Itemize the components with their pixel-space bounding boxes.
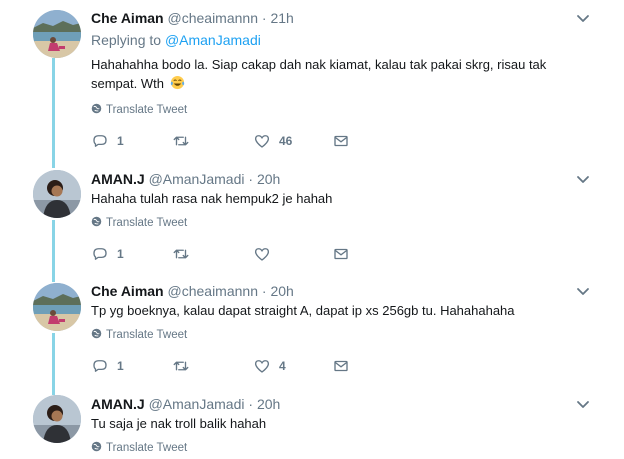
username[interactable]: @AmanJamadi [149,396,245,412]
translate-tweet-link[interactable]: Translate Tweet [91,328,187,341]
replying-to: Replying to @AmanJamadi [91,32,261,48]
reply-count: 1 [117,359,124,373]
avatar[interactable] [33,395,81,443]
translate-label: Translate Tweet [106,442,188,454]
display-name[interactable]: AMAN.J [91,396,145,412]
globe-icon [91,441,102,452]
reply-button[interactable]: 1 [91,357,124,375]
chevron-down-icon[interactable] [576,400,590,410]
translate-label: Translate Tweet [106,329,188,341]
reply-count: 1 [117,134,124,148]
like-button[interactable] [253,245,279,263]
reply-icon [93,248,107,260]
display-name[interactable]: Che Aiman [91,10,164,26]
heart-icon [254,135,270,148]
timestamp[interactable]: 21h [270,10,293,26]
like-count: 4 [279,359,286,373]
like-count: 46 [279,134,293,148]
translate-tweet-link[interactable]: Translate Tweet [91,441,187,454]
reply-count: 1 [117,247,124,261]
direct-message-button[interactable] [332,245,350,263]
tweet-text: Hahahahha bodo la. Siap cakap dah nak ki… [91,55,581,93]
reply-icon [93,360,107,372]
avatar-photo-beach [33,10,81,58]
tweet-header: AMAN.J @AmanJamadi · 20h [91,395,280,413]
tweet-actions: 1 4 [91,357,391,375]
replying-to-label: Replying to [91,32,162,48]
envelope-icon [334,135,348,147]
username[interactable]: @AmanJamadi [149,171,245,187]
tweet[interactable]: Che Aiman @cheaimannn · 20h Tp yg boekny… [0,273,624,386]
envelope-icon [334,360,348,372]
reply-button[interactable]: 1 [91,245,124,263]
separator: · [261,283,267,299]
globe-icon [91,328,102,339]
avatar[interactable] [33,170,81,218]
avatar-photo-beach [33,283,81,331]
avatar-photo-portrait [33,395,81,443]
heart-icon [254,360,270,373]
username[interactable]: @cheaimannn [168,10,259,26]
avatar[interactable] [33,10,81,58]
avatar[interactable] [33,283,81,331]
like-button[interactable]: 46 [253,132,292,150]
display-name[interactable]: AMAN.J [91,171,145,187]
tweet-header: Che Aiman @cheaimannn · 20h [91,282,294,300]
tweet[interactable]: AMAN.J @AmanJamadi · 20h Tu saja je nak … [0,386,624,459]
tweet[interactable]: Che Aiman @cheaimannn · 21h Replying to … [0,0,624,160]
tweet-actions: 1 [91,245,391,263]
chevron-down-icon[interactable] [576,287,590,297]
like-button[interactable]: 4 [253,357,286,375]
translate-label: Translate Tweet [106,104,188,116]
tweet-text: Tu saja je nak troll balik hahah [91,414,581,433]
tweet-text-content: Hahaha tulah rasa nak hempuk2 je hahah [91,191,333,206]
tweet-text-content: Hahahahha bodo la. Siap cakap dah nak ki… [91,57,547,91]
chevron-down-icon[interactable] [576,14,590,24]
globe-icon [91,103,102,114]
tweet-actions: 1 46 [91,132,391,150]
retweet-icon [173,136,189,146]
retweet-icon [173,249,189,259]
display-name[interactable]: Che Aiman [91,283,164,299]
retweet-button[interactable] [172,245,198,263]
tweet-text-content: Tp yg boeknya, kalau dapat straight A, d… [91,303,515,318]
tweet-text: Hahaha tulah rasa nak hempuk2 je hahah [91,189,581,208]
translate-tweet-link[interactable]: Translate Tweet [91,103,187,116]
tweet-header: Che Aiman @cheaimannn · 21h [91,9,294,27]
username[interactable]: @cheaimannn [168,283,259,299]
separator: · [248,396,254,412]
globe-icon [91,216,102,227]
tweet-text-content: Tu saja je nak troll balik hahah [91,416,267,431]
envelope-icon [334,248,348,260]
separator: · [261,10,267,26]
retweet-button[interactable] [172,132,198,150]
tweet-text: Tp yg boeknya, kalau dapat straight A, d… [91,301,581,320]
timestamp[interactable]: 20h [257,396,280,412]
heart-icon [254,248,270,261]
tweet-header: AMAN.J @AmanJamadi · 20h [91,170,280,188]
mention-link[interactable]: @AmanJamadi [165,32,261,48]
separator: · [248,171,254,187]
chevron-down-icon[interactable] [576,175,590,185]
direct-message-button[interactable] [332,357,350,375]
retweet-button[interactable] [172,357,198,375]
timestamp[interactable]: 20h [270,283,293,299]
direct-message-button[interactable] [332,132,350,150]
tweet[interactable]: AMAN.J @AmanJamadi · 20h Hahaha tulah ra… [0,160,624,273]
timestamp[interactable]: 20h [257,171,280,187]
retweet-icon [173,361,189,371]
reply-button[interactable]: 1 [91,132,124,150]
reply-icon [93,135,107,147]
face-with-tears-of-joy-icon [170,75,184,90]
avatar-photo-portrait [33,170,81,218]
translate-label: Translate Tweet [106,217,188,229]
translate-tweet-link[interactable]: Translate Tweet [91,216,187,229]
